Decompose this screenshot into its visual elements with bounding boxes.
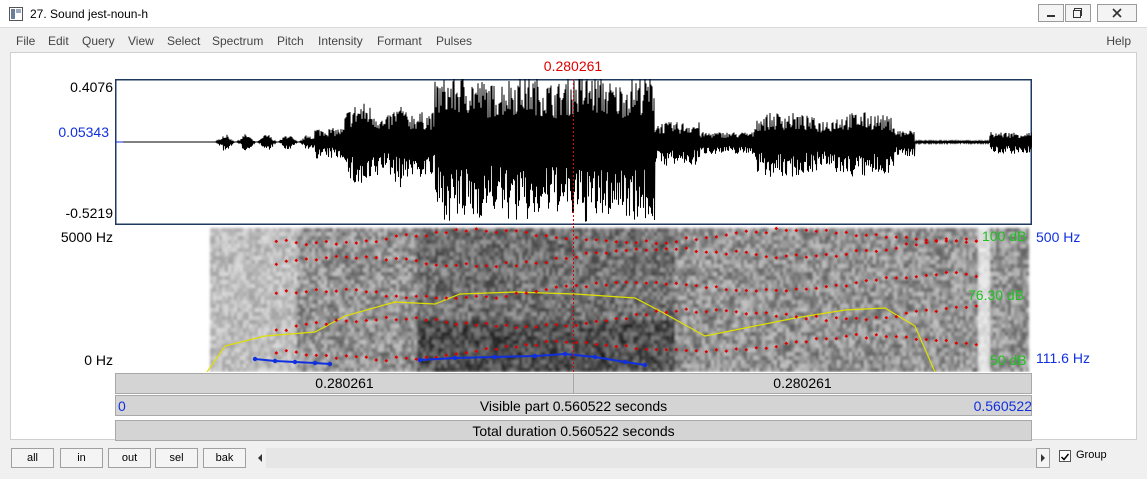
freq-top-label: 5000 Hz xyxy=(60,229,113,245)
zoom-in-button[interactable]: in xyxy=(60,448,103,468)
menu-pulses[interactable]: Pulses xyxy=(436,34,472,48)
close-icon xyxy=(1097,4,1137,22)
pitch-top-label: 500 Hz xyxy=(1036,229,1081,245)
waveform-min-label: -0.5219 xyxy=(65,205,113,221)
restore-icon xyxy=(1065,4,1091,22)
intensity-cursor-label: 76.30 dB xyxy=(968,287,1025,303)
menu-formant[interactable]: Formant xyxy=(377,34,422,48)
group-checkbox[interactable] xyxy=(1059,450,1071,462)
menu-query[interactable]: Query xyxy=(82,34,115,48)
total-duration-bar[interactable]: Total duration 0.560522 seconds xyxy=(115,420,1032,441)
spectrogram-panel[interactable] xyxy=(115,226,1032,373)
minimize-button[interactable] xyxy=(1038,4,1064,22)
close-button[interactable] xyxy=(1097,4,1137,22)
zoom-selection-button[interactable]: sel xyxy=(155,448,198,468)
horizontal-scrollbar[interactable] xyxy=(266,448,1036,468)
menu-help[interactable]: Help xyxy=(1106,34,1131,48)
total-duration-label: Total duration 0.560522 seconds xyxy=(472,423,675,439)
menu-spectrum[interactable]: Spectrum xyxy=(212,34,263,48)
app-icon xyxy=(9,7,23,21)
intensity-bottom-label: 50 dB xyxy=(990,352,1027,368)
cursor-time-bar: 0.280261 0.280261 xyxy=(115,373,1032,394)
maximize-button[interactable] xyxy=(1065,4,1091,22)
menu-bar: File Edit Query View Select Spectrum Pit… xyxy=(0,28,1147,52)
window-title: 27. Sound jest-noun-h xyxy=(30,7,149,21)
menu-edit[interactable]: Edit xyxy=(48,34,69,48)
menu-select[interactable]: Select xyxy=(167,34,200,48)
waveform-panel[interactable] xyxy=(115,74,1033,225)
right-segment-bar[interactable]: 0.280261 xyxy=(573,373,1032,394)
waveform-plot xyxy=(115,74,1033,225)
zoom-out-button[interactable]: out xyxy=(108,448,151,468)
menu-intensity[interactable]: Intensity xyxy=(318,34,363,48)
intensity-top-label: 100 dB xyxy=(982,228,1027,244)
pitch-bottom-label: 111.6 Hz xyxy=(1036,350,1090,366)
checkmark-icon xyxy=(1060,453,1070,461)
arrow-left-icon xyxy=(258,454,262,462)
spectrogram-texture xyxy=(210,228,1029,372)
minimize-icon xyxy=(1038,4,1064,22)
visible-part-label: Visible part 0.560522 seconds xyxy=(479,398,668,414)
menu-file[interactable]: File xyxy=(16,34,35,48)
zoom-all-button[interactable]: all xyxy=(11,448,54,468)
zoom-back-button[interactable]: bak xyxy=(203,448,246,468)
title-bar: 27. Sound jest-noun-h xyxy=(0,0,1147,28)
waveform-max-label: 0.4076 xyxy=(70,79,113,95)
bottom-toolbar: all in out sel bak Group xyxy=(0,442,1147,479)
menu-pitch[interactable]: Pitch xyxy=(277,34,304,48)
scroll-right-button[interactable] xyxy=(1036,448,1050,468)
freq-bottom-label: 0 Hz xyxy=(84,352,113,368)
waveform-cursor-value-label: 0.05343 xyxy=(58,124,109,140)
arrow-right-icon xyxy=(1041,454,1045,462)
cursor-time-label: 0.280261 xyxy=(543,58,603,74)
visible-part-bar[interactable]: Visible part 0.560522 seconds xyxy=(115,395,1032,416)
scroll-left-button[interactable] xyxy=(254,448,266,468)
left-segment-bar[interactable]: 0.280261 xyxy=(115,373,574,394)
visible-end-label: 0.560522 xyxy=(973,398,1032,414)
spectrogram-plot xyxy=(206,226,1029,373)
visible-start-label: 0 xyxy=(118,398,126,414)
group-label: Group xyxy=(1076,449,1107,461)
menu-view[interactable]: View xyxy=(128,34,154,48)
